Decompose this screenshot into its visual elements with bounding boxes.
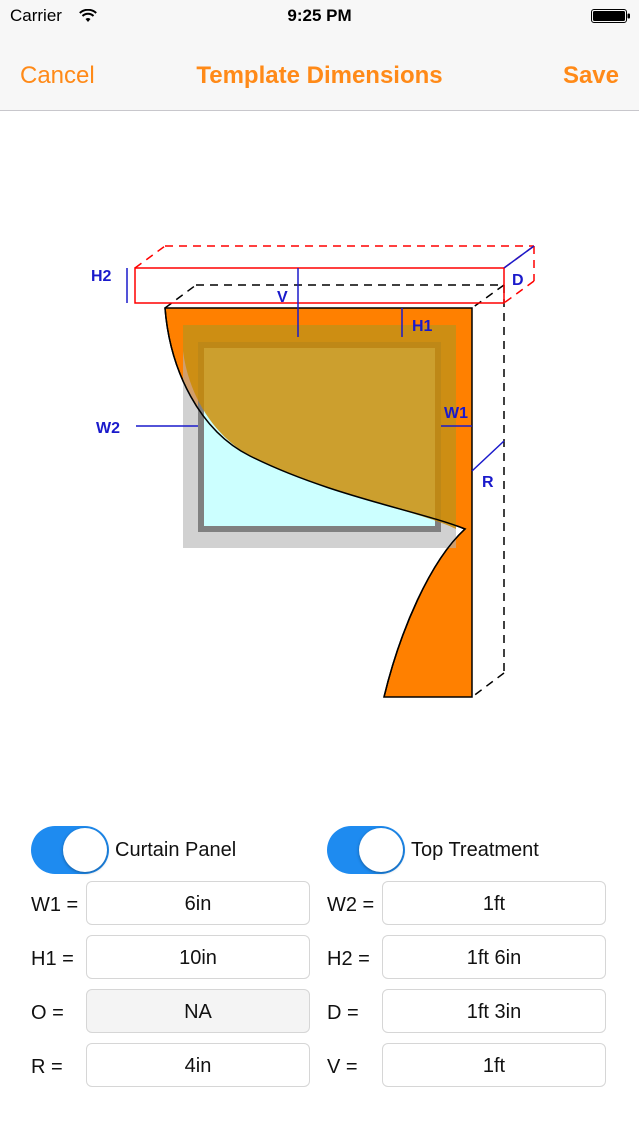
label-d: D [512,272,524,289]
w1-label: W1 = [31,894,79,916]
d-label: D = [327,1002,359,1024]
h1-field[interactable]: 10in [86,935,310,979]
curtain-panel-label: Curtain Panel [115,839,237,861]
r-field[interactable]: 4in [86,1043,310,1087]
battery-icon [591,9,630,23]
toggle-knob [359,828,403,872]
page-title: Template Dimensions [196,62,443,89]
v-label: V = [327,1056,358,1078]
h1-label: H1 = [31,948,74,970]
label-r: R [482,474,494,491]
toggle-knob [63,828,107,872]
h2-label: H2 = [327,948,370,970]
cancel-button[interactable]: Cancel [20,62,95,90]
v-field[interactable]: 1ft [382,1043,606,1087]
label-w2: W2 [96,420,120,437]
status-time: 9:25 PM [287,6,352,25]
w2-label: W2 = [327,894,375,916]
w1-field[interactable]: 6in [86,881,310,925]
label-h2: H2 [91,268,112,285]
o-label: O = [31,1002,64,1024]
navigation-bar: Cancel Template Dimensions Save [0,40,639,111]
d-field[interactable]: 1ft 3in [382,989,606,1033]
status-bar: Carrier 9:25 PM [0,0,639,40]
top-treatment-toggle[interactable] [327,826,405,874]
label-h1: H1 [412,318,433,335]
r-label: R = [31,1056,63,1078]
o-field: NA [86,989,310,1033]
save-button[interactable]: Save [563,62,619,90]
top-treatment-box [134,245,535,304]
h2-field[interactable]: 1ft 6in [382,935,606,979]
curtain-panel-toggle[interactable] [31,826,109,874]
w2-field[interactable]: 1ft [382,881,606,925]
top-treatment-label: Top Treatment [411,839,539,861]
label-w1: W1 [444,405,468,422]
label-v: V [277,289,288,306]
curtain-template-diagram: H2 V D H1 W1 W2 R [91,245,535,698]
